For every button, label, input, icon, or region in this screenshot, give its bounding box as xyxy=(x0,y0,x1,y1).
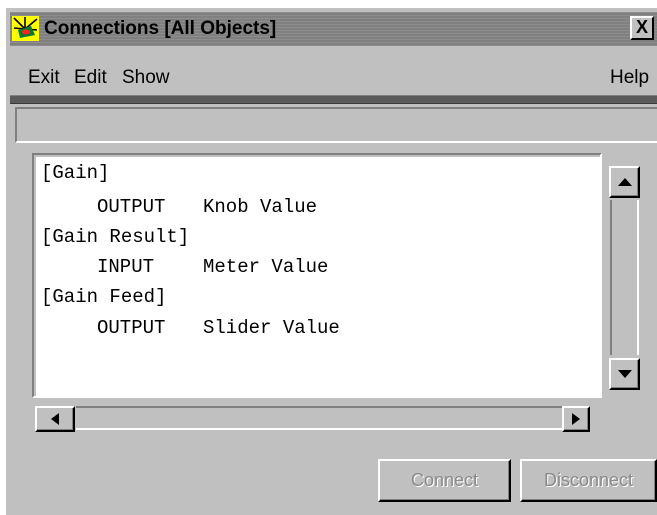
menu-exit[interactable]: Exit xyxy=(28,67,60,89)
status-field xyxy=(15,107,657,143)
window-title: Connections [All Objects] xyxy=(44,18,277,39)
arrow-up-icon xyxy=(617,178,632,186)
arrow-right-icon xyxy=(572,413,580,425)
connection-direction: INPUT xyxy=(97,256,155,278)
horizontal-scroll-track[interactable] xyxy=(76,406,562,430)
yellow-star-icon[interactable] xyxy=(12,16,39,41)
connection-object-label: [Gain] xyxy=(41,162,110,184)
menu-edit[interactable]: Edit xyxy=(74,67,107,89)
menu-bar: Exit Edit Show Help xyxy=(10,55,657,95)
scroll-up-button[interactable] xyxy=(609,166,640,198)
menu-show[interactable]: Show xyxy=(122,67,170,89)
scroll-left-button[interactable] xyxy=(35,406,75,432)
connection-object-label: [Gain Result] xyxy=(41,226,190,248)
connection-target: Slider Value xyxy=(203,317,340,339)
scroll-right-button[interactable] xyxy=(562,406,590,432)
vertical-scroll-track[interactable] xyxy=(610,200,639,355)
connect-button[interactable]: Connect xyxy=(378,459,511,502)
scroll-down-button[interactable] xyxy=(609,358,640,390)
connection-direction: OUTPUT xyxy=(97,317,166,339)
arrow-left-icon xyxy=(51,413,59,425)
disconnect-button[interactable]: Disconnect xyxy=(520,459,657,502)
connection-target: Knob Value xyxy=(203,196,318,218)
connection-direction: OUTPUT xyxy=(97,196,166,218)
close-button[interactable]: X xyxy=(630,16,654,40)
menu-help[interactable]: Help xyxy=(610,67,649,89)
arrow-down-icon xyxy=(617,370,632,378)
connection-object-label: [Gain Feed] xyxy=(41,286,167,308)
connections-list[interactable]: [Gain] OUTPUT Knob Value [Gain Result] I… xyxy=(36,157,600,396)
menu-separator xyxy=(10,95,657,104)
connection-target: Meter Value xyxy=(203,256,329,278)
